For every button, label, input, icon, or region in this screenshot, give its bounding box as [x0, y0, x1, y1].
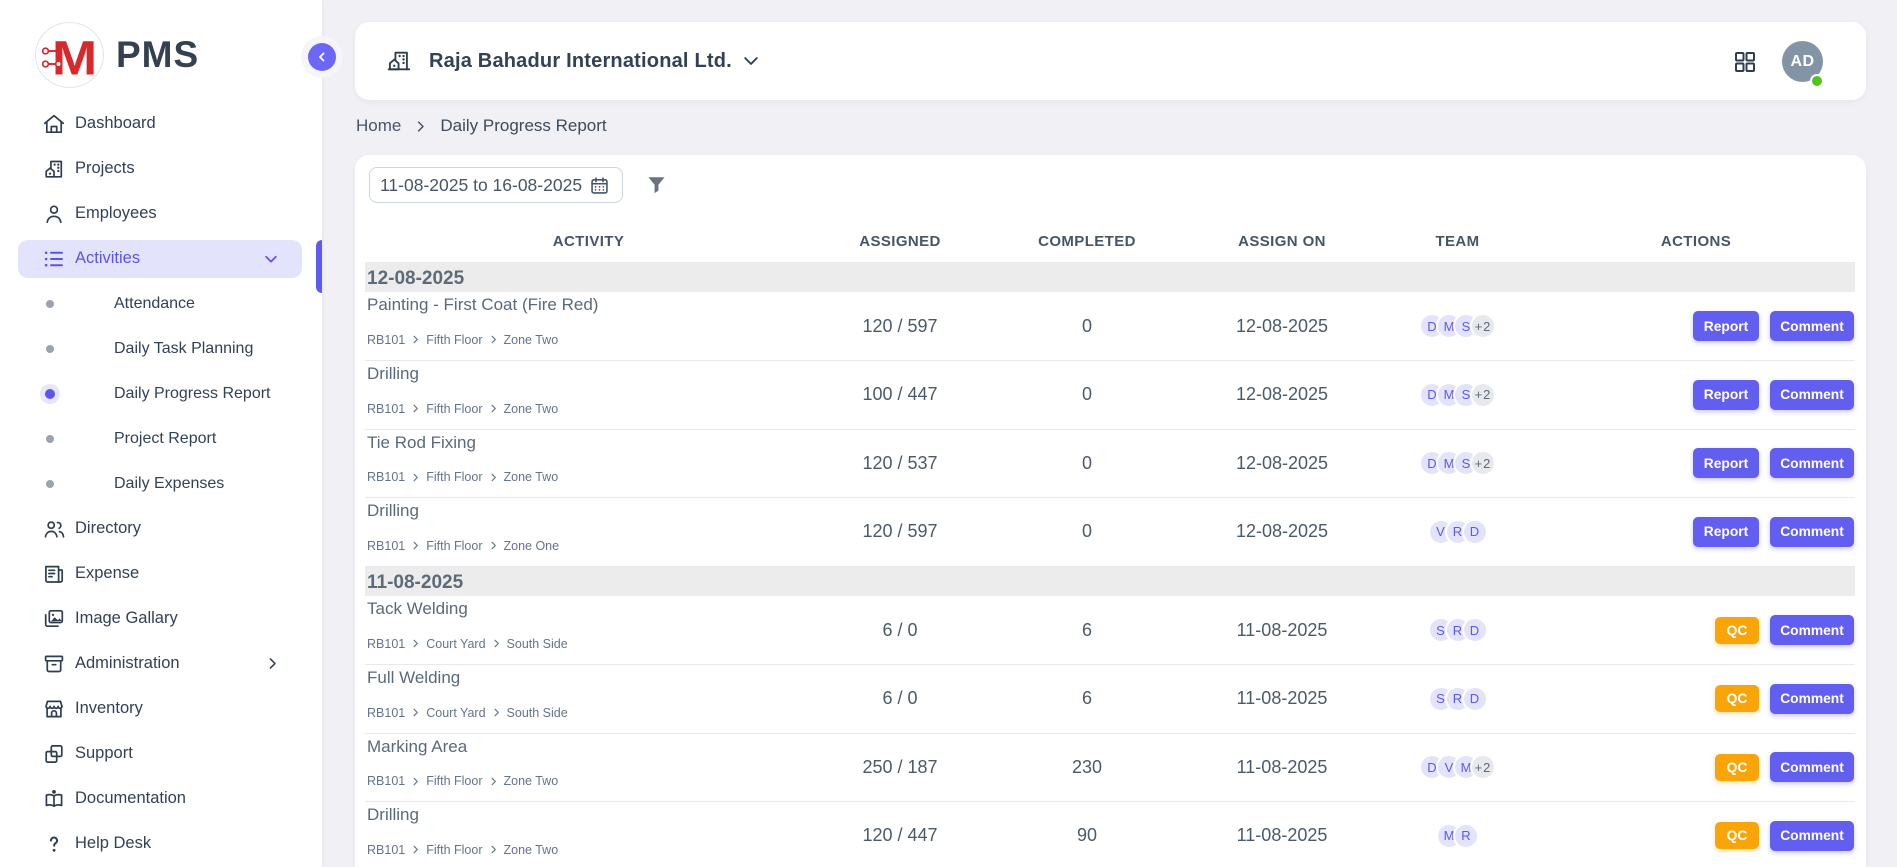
svg-text:M: M — [52, 31, 97, 84]
